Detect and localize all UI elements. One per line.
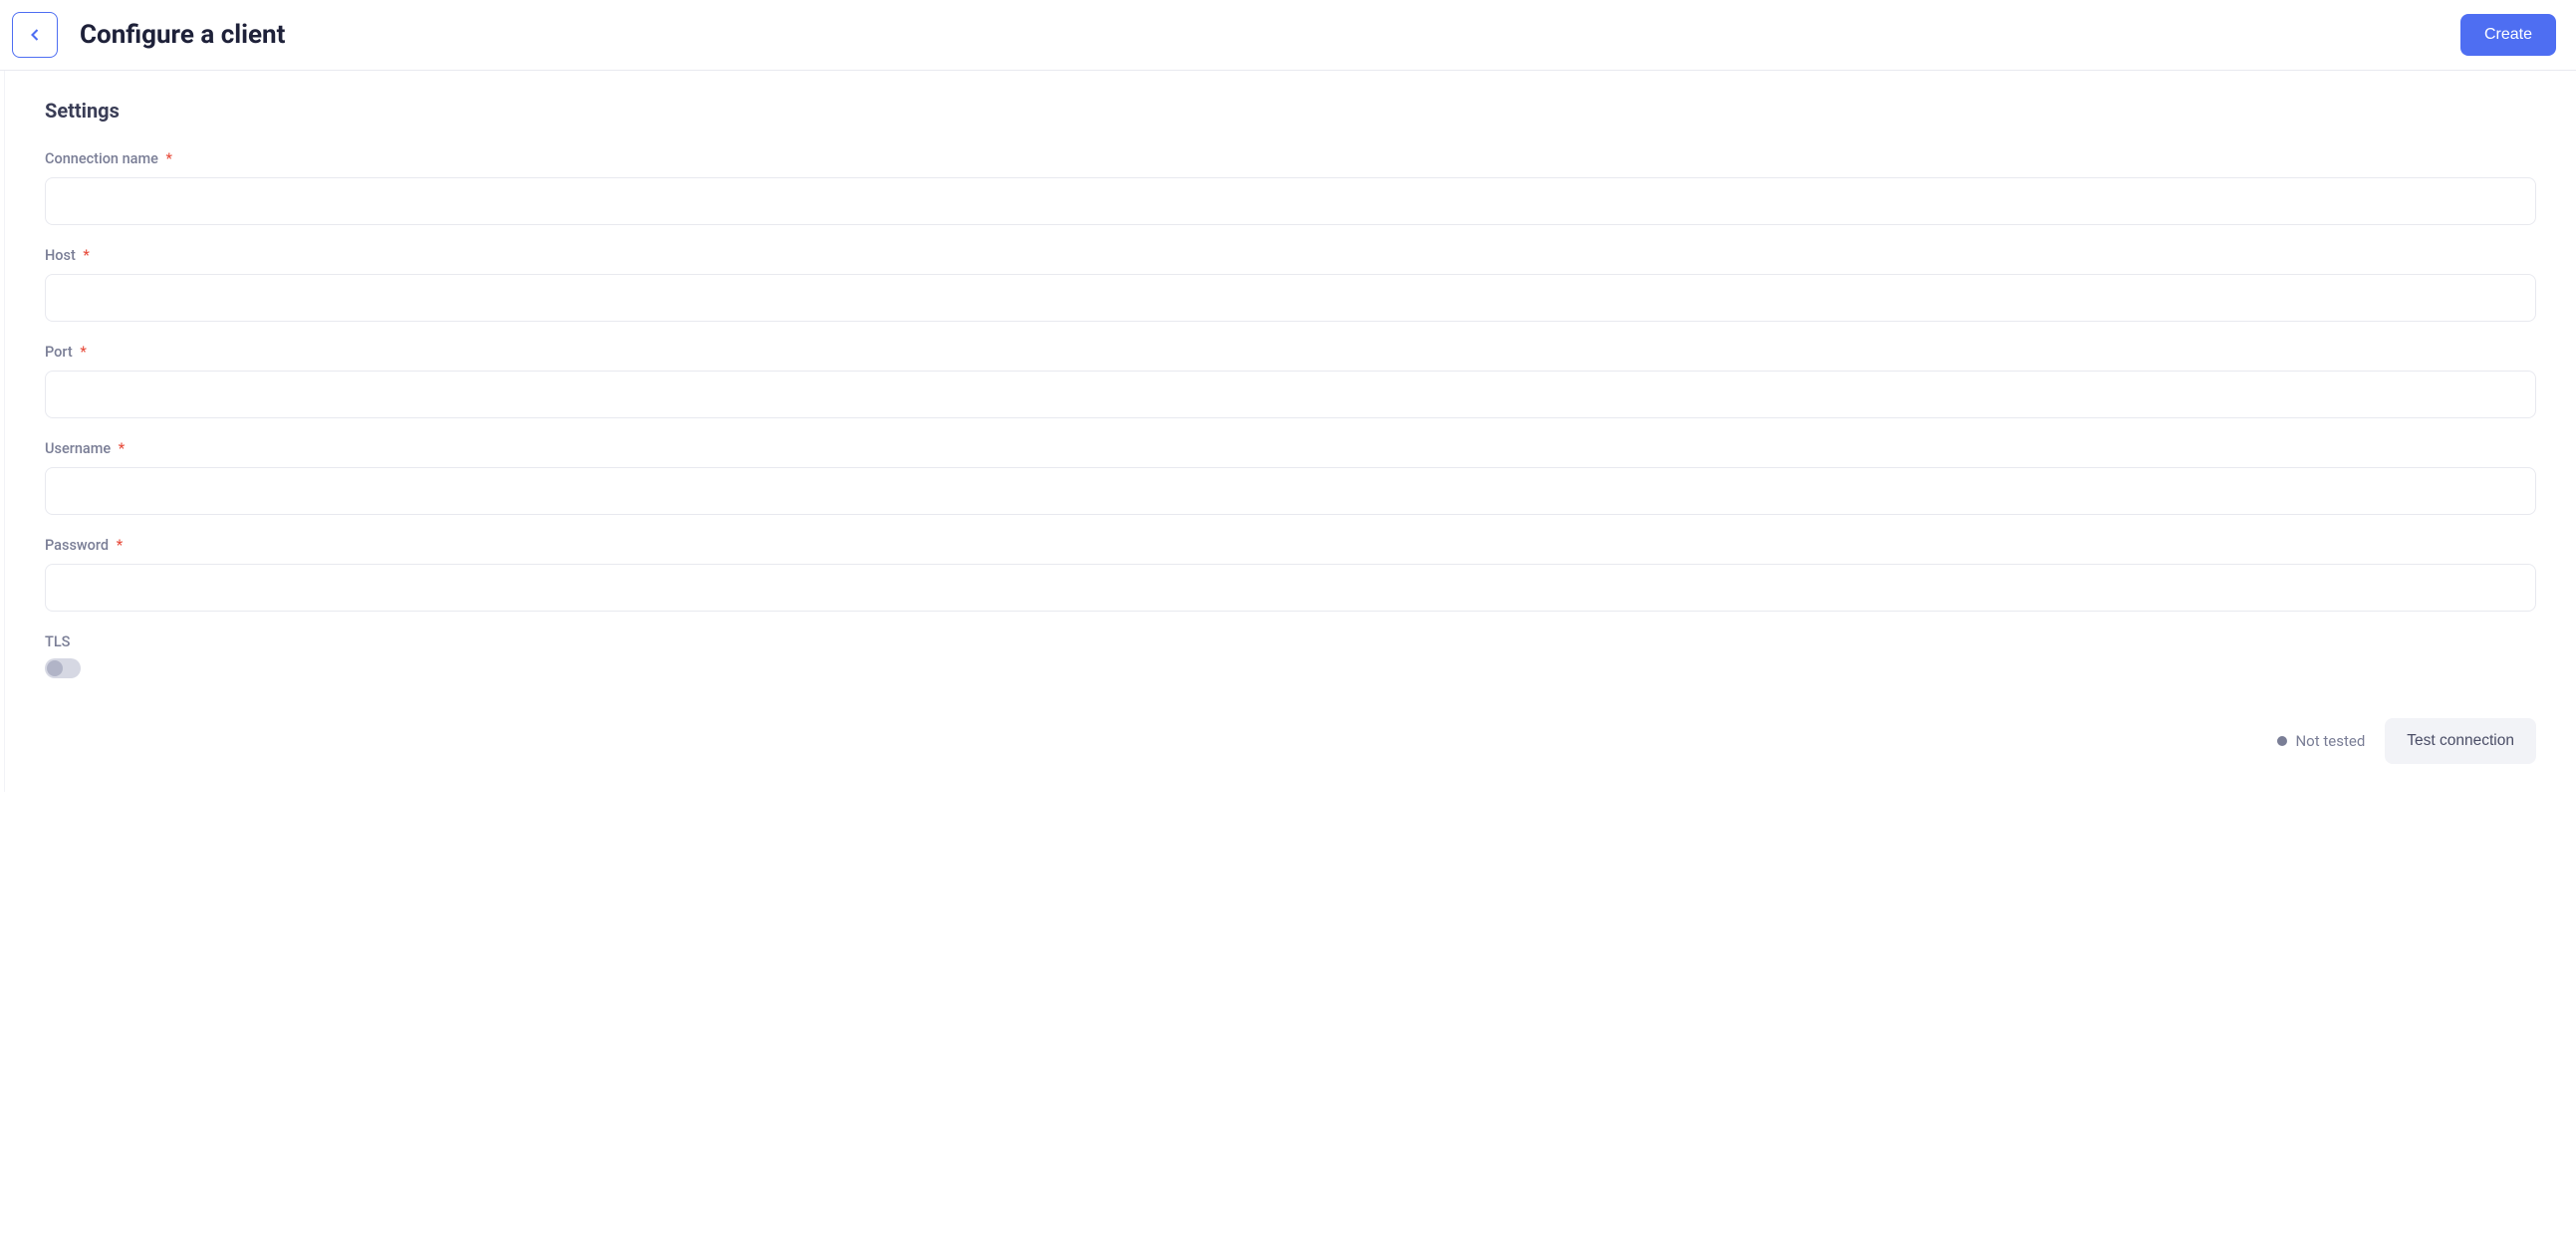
password-label: Password * — [45, 537, 2536, 554]
host-label: Host * — [45, 247, 2536, 264]
test-connection-button[interactable]: Test connection — [2385, 718, 2536, 764]
port-label: Port * — [45, 344, 2536, 361]
status-text: Not tested — [2295, 732, 2365, 750]
back-button[interactable] — [12, 12, 58, 58]
required-asterisk: * — [80, 344, 86, 361]
status-dot-icon — [2277, 736, 2287, 746]
header-left: Configure a client — [12, 12, 285, 58]
section-title: Settings — [45, 99, 2536, 123]
tls-toggle[interactable] — [45, 658, 81, 678]
password-input[interactable] — [45, 564, 2536, 612]
connection-name-label: Connection name * — [45, 150, 2536, 167]
connection-status: Not tested — [2277, 732, 2365, 750]
username-input[interactable] — [45, 467, 2536, 515]
chevron-left-icon — [25, 25, 45, 45]
required-asterisk: * — [83, 247, 89, 264]
port-group: Port * — [45, 344, 2536, 418]
footer-row: Not tested Test connection — [45, 708, 2536, 764]
required-asterisk: * — [119, 440, 125, 457]
settings-panel: Settings Connection name * Host * Port *… — [4, 71, 2576, 792]
page-header: Configure a client Create — [0, 0, 2576, 71]
port-input[interactable] — [45, 371, 2536, 418]
toggle-knob — [47, 660, 63, 676]
required-asterisk: * — [117, 537, 123, 554]
connection-name-group: Connection name * — [45, 150, 2536, 225]
connection-name-input[interactable] — [45, 177, 2536, 225]
password-group: Password * — [45, 537, 2536, 612]
host-input[interactable] — [45, 274, 2536, 322]
page-title: Configure a client — [80, 20, 285, 50]
tls-label: TLS — [45, 633, 2536, 650]
username-group: Username * — [45, 440, 2536, 515]
required-asterisk: * — [166, 150, 172, 167]
create-button[interactable]: Create — [2460, 14, 2556, 56]
tls-group: TLS — [45, 633, 2536, 678]
host-group: Host * — [45, 247, 2536, 322]
username-label: Username * — [45, 440, 2536, 457]
